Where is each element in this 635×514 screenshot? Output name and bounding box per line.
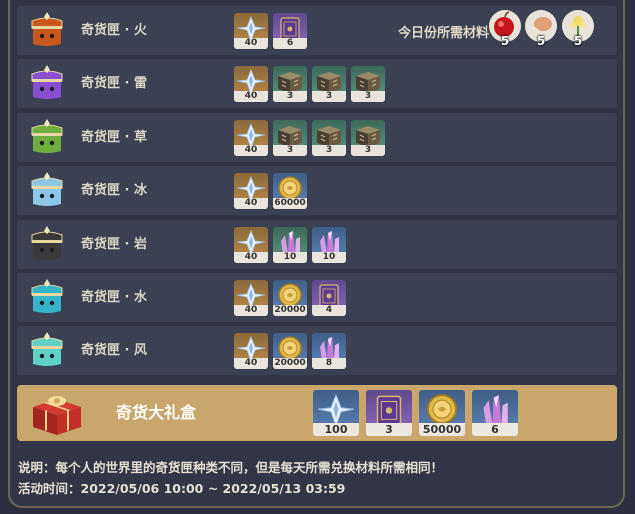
material-count: 5: [536, 34, 546, 48]
reward-item[interactable]: 40: [234, 119, 268, 156]
reward-item[interactable]: 40: [234, 333, 268, 370]
reward-count: 40: [234, 251, 268, 263]
chest-icon: [27, 118, 67, 158]
reward-count: 3: [273, 144, 307, 156]
gift-reward-count: 50000: [419, 423, 465, 436]
required-material[interactable]: 5: [560, 8, 596, 48]
chest-row: 奇货匣 · 草 40 3 3 3: [17, 112, 617, 162]
reward-count: 3: [351, 91, 385, 103]
event-time: 活动时间：2022/05/06 10:00 ~ 2022/05/13 03:59: [18, 481, 346, 496]
reward-count: 3: [312, 144, 346, 156]
event-description: 说明：每个人的世界里的奇货匣种类不同，但是每天所需兑换材料所需相同！: [18, 460, 444, 475]
required-material[interactable]: 5: [487, 8, 523, 48]
chest-row: 奇货匣 · 火 40 6 今日份所需材料 5 5 5: [17, 6, 617, 55]
chest-name: 奇货匣 · 岩: [81, 236, 147, 252]
reward-count: 40: [234, 198, 268, 210]
gift-box-name: 奇货大礼盒: [116, 403, 197, 422]
reward-count: 6: [273, 38, 307, 49]
reward-item[interactable]: 20000: [273, 280, 307, 316]
reward-count: 3: [351, 144, 385, 156]
reward-item[interactable]: 40: [234, 13, 268, 49]
chest-icon: [27, 278, 67, 318]
chest-icon: [27, 64, 67, 104]
chest-icon: [27, 225, 67, 265]
gift-reward-count: 6: [472, 423, 518, 436]
reward-count: 8: [312, 358, 346, 370]
chest-icon: [27, 171, 67, 211]
chest-row: 奇货匣 · 水 40 20000 4: [17, 273, 617, 322]
gift-box-icon: [33, 396, 81, 435]
chest-icon: [27, 11, 67, 51]
reward-count: 10: [273, 251, 307, 263]
today-materials-label: 今日份所需材料: [398, 26, 490, 41]
gift-reward-item[interactable]: 6: [472, 390, 518, 436]
chest-name: 奇货匣 · 火: [81, 23, 147, 38]
reward-count: 40: [234, 144, 268, 156]
reward-count: 4: [312, 305, 346, 316]
reward-count: 10: [312, 251, 346, 263]
reward-count: 20000: [273, 305, 307, 316]
chest-name: 奇货匣 · 冰: [81, 183, 147, 199]
reward-item[interactable]: 40: [234, 173, 268, 210]
chest-name: 奇货匣 · 草: [81, 129, 147, 145]
material-count: 5: [500, 34, 510, 48]
reward-item[interactable]: 3: [312, 119, 346, 156]
reward-count: 40: [234, 38, 268, 49]
chest-name: 奇货匣 · 水: [81, 290, 147, 305]
reward-count: 3: [273, 91, 307, 103]
reward-item[interactable]: 3: [312, 66, 346, 103]
reward-item[interactable]: 8: [312, 333, 346, 370]
reward-count: 3: [312, 91, 346, 103]
reward-item[interactable]: 6: [273, 13, 307, 49]
required-material[interactable]: 5: [523, 8, 559, 48]
chest-row: 奇货匣 · 岩 40 10 10: [17, 219, 617, 269]
reward-count: 40: [234, 305, 268, 316]
reward-item[interactable]: 10: [312, 226, 346, 263]
reward-item[interactable]: 3: [351, 119, 385, 156]
gift-reward-item[interactable]: 100: [313, 390, 359, 436]
reward-item[interactable]: 40: [234, 226, 268, 263]
reward-item[interactable]: 60000: [273, 173, 307, 210]
material-count: 5: [573, 34, 583, 48]
gift-reward-item[interactable]: 3: [366, 390, 412, 436]
reward-count: 40: [234, 91, 268, 103]
chest-icon: [27, 331, 67, 371]
chest-row: 奇货匣 · 雷 40 3 3 3: [17, 59, 617, 109]
reward-item[interactable]: 40: [234, 280, 268, 316]
chest-row: 奇货匣 · 冰 40 60000: [17, 166, 617, 216]
chest-name: 奇货匣 · 风: [81, 343, 147, 359]
reward-item[interactable]: 4: [312, 280, 346, 316]
chest-row: 奇货匣 · 风 40 20000 8: [17, 326, 617, 376]
gift-reward-count: 100: [313, 423, 359, 436]
gift-reward-item[interactable]: 50000: [419, 390, 465, 436]
reward-item[interactable]: 20000: [273, 333, 307, 370]
chest-name: 奇货匣 · 雷: [81, 76, 147, 92]
gift-box-row: 奇货大礼盒 100 3 50000 6: [17, 385, 617, 441]
reward-item[interactable]: 3: [273, 119, 307, 156]
gift-reward-count: 3: [366, 423, 412, 436]
reward-item[interactable]: 40: [234, 66, 268, 103]
reward-count: 60000: [273, 198, 307, 210]
reward-item[interactable]: 10: [273, 226, 307, 263]
reward-count: 20000: [273, 358, 307, 370]
reward-item[interactable]: 3: [273, 66, 307, 103]
reward-item[interactable]: 3: [351, 66, 385, 103]
reward-count: 40: [234, 358, 268, 370]
